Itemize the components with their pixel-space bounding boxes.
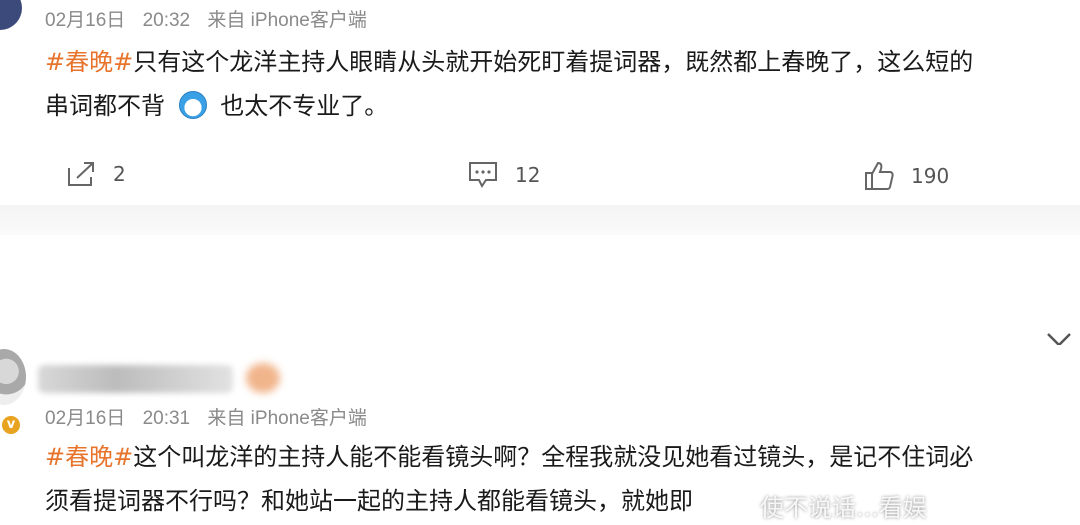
post-text: 也太不专业了。 xyxy=(220,92,389,120)
post-time: 20:32 xyxy=(142,10,191,31)
post-date: 02月16日 xyxy=(45,408,126,429)
avatar[interactable] xyxy=(0,0,22,30)
avatar[interactable] xyxy=(0,349,26,405)
post-time: 20:31 xyxy=(142,408,191,429)
thumbs-up-icon xyxy=(865,161,894,190)
repost-button[interactable]: 2 xyxy=(65,160,126,188)
post-text: 这个叫龙洋的主持人能不能看镜头啊？全程我就没见她看过镜头，是记不住词必 xyxy=(133,443,974,471)
repost-count: 2 xyxy=(113,162,126,186)
post-text: 只有这个龙洋主持人眼睛从头就开始死盯着提词器，既然都上春晚了，这么短的 xyxy=(133,48,974,76)
comment-icon xyxy=(469,162,497,188)
comment-count: 12 xyxy=(515,163,541,187)
hashtag-link[interactable]: #春晚# xyxy=(45,443,133,471)
post-date: 02月16日 xyxy=(45,10,126,31)
post-meta: 02月16日 20:31 来自 iPhone客户端 xyxy=(45,403,379,430)
post-content: #春晚#只有这个龙洋主持人眼睛从头就开始死盯着提词器，既然都上春晚了，这么短的 … xyxy=(45,40,1070,128)
post-source: 来自 iPhone客户端 xyxy=(207,408,367,429)
post-divider xyxy=(0,205,1080,235)
post-meta: 02月16日 20:32 来自 iPhone客户端 xyxy=(45,5,379,32)
post-text: 须看提词器不行吗？和她站一起的主持人都能看镜头，就她即 xyxy=(45,487,693,515)
blurred-username[interactable] xyxy=(38,365,233,393)
weibo-post-1: 02月16日 20:32 来自 iPhone客户端 #春晚#只有这个龙洋主持人眼… xyxy=(0,0,1080,205)
post-text: 串词都不背 xyxy=(45,92,165,120)
post-source: 来自 iPhone客户端 xyxy=(207,10,367,31)
blurred-member-badge xyxy=(246,363,280,393)
like-count: 190 xyxy=(911,164,950,188)
watermark-text: 使不说话...看娱 xyxy=(760,494,927,522)
comment-button[interactable]: 12 xyxy=(467,160,540,190)
hashtag-link[interactable]: #春晚# xyxy=(45,48,133,76)
share-icon xyxy=(68,162,94,186)
doge-emoji-icon xyxy=(178,91,207,119)
verified-badge: v xyxy=(0,414,22,436)
like-button[interactable]: 190 xyxy=(863,160,949,192)
